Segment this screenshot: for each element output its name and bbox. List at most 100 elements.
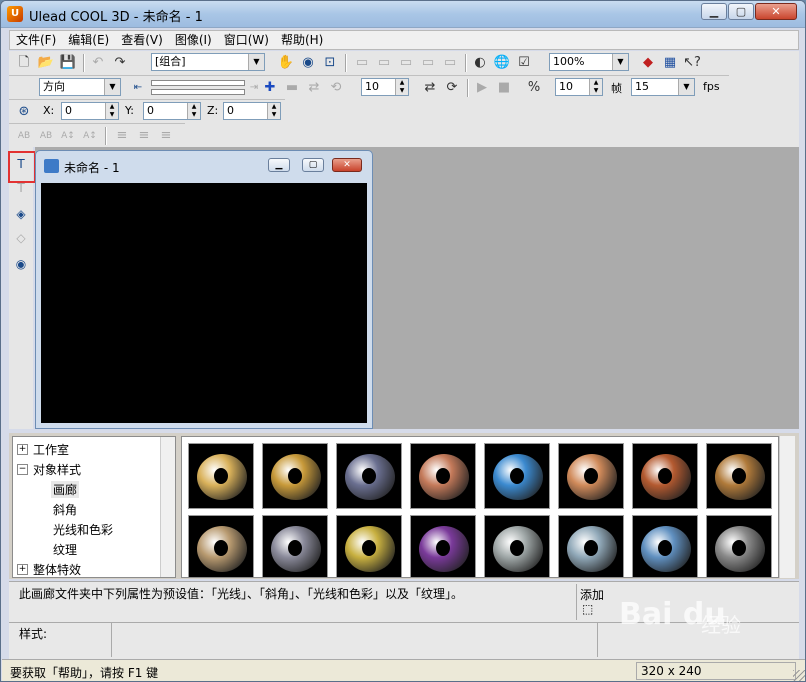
fps-combo[interactable]: 15 ▼ [631,78,695,96]
remove-keyframe-icon[interactable]: ▬ [283,79,301,97]
3d-canvas[interactable] [41,183,367,423]
step-spinner[interactable]: 10 ▲ ▼ [361,78,409,96]
gallery-thumbnail[interactable] [410,515,476,577]
tree-item-bevel[interactable]: 斜角 [53,501,77,518]
menu-view[interactable]: 查看(V) [115,31,169,49]
play-icon[interactable]: ▶ [473,79,491,97]
resize-grip-icon[interactable] [793,670,805,681]
globe-icon[interactable]: 🌐 [493,54,511,72]
gallery-thumbnail[interactable] [410,443,476,509]
doc-close-button[interactable]: ✕ [332,158,362,172]
object-properties-icon[interactable]: ◆ [639,54,657,72]
save-icon[interactable]: 💾 [59,54,77,72]
spinner-arrows-icon[interactable]: ▲ ▼ [105,103,118,119]
gallery-thumbnail[interactable] [262,443,328,509]
undo-icon[interactable]: ↶ [89,54,107,72]
refresh-icon[interactable]: ⟳ [443,79,461,97]
tree-scrollbar[interactable] [160,437,175,577]
chevron-down-icon[interactable]: ▼ [248,54,264,70]
edit-object-icon[interactable]: ◇ [12,229,30,247]
y-spinner[interactable]: 0 ▲ ▼ [143,102,201,120]
title-bar[interactable]: U Ulead COOL 3D - 未命名 - 1 ▁ ▢ ✕ [1,1,805,28]
minimize-button[interactable]: ▁ [701,3,727,20]
gallery-thumbnail[interactable] [558,515,624,577]
gallery-thumbnail[interactable] [632,515,698,577]
stop-icon[interactable]: ■ [495,79,513,97]
chevron-down-icon[interactable]: ▼ [612,54,628,70]
frame-spinner[interactable]: 10 ▲ ▼ [555,78,603,96]
line-spacing-icon[interactable]: A↕ [59,127,77,145]
reverse-keyframe-icon[interactable]: ⇄ [305,79,323,97]
expand-icon[interactable]: + [17,564,28,575]
tree-item-light-color[interactable]: 光线和色彩 [53,521,113,538]
tree-item-texture[interactable]: 纹理 [53,541,77,558]
gallery-thumbnail[interactable] [336,443,402,509]
spinner-arrows-icon[interactable]: ▲ ▼ [187,103,200,119]
maximize-button[interactable]: ▢ [728,3,754,20]
spinner-arrows-icon[interactable]: ▲ ▼ [395,79,408,95]
gallery-thumbnail[interactable] [262,515,328,577]
insert-geometric-object-icon[interactable]: ◈ [12,205,30,223]
menu-help[interactable]: 帮助(H) [275,31,329,49]
gallery-thumbnail[interactable] [188,515,254,577]
tree-item-gallery[interactable]: 画廊 [51,481,80,498]
spinner-arrows-icon[interactable]: ▲ ▼ [267,103,280,119]
doc-minimize-button[interactable]: ▁ [268,158,290,172]
x-spinner[interactable]: 0 ▲ ▼ [61,102,119,120]
redo-icon[interactable]: ↷ [111,54,129,72]
spinner-arrows-icon[interactable]: ▲ ▼ [589,79,602,95]
text-align-center-icon[interactable]: ≡ [135,127,153,145]
align-right-icon[interactable]: ▭ [397,54,415,72]
swap-icon[interactable]: ⇄ [421,79,439,97]
gallery-thumbnail[interactable] [336,515,402,577]
context-help-icon[interactable]: ↖? [683,54,701,72]
char-spacing-tight-icon[interactable]: AB [37,127,55,145]
keyframe-slider[interactable] [151,89,245,95]
insert-graphic-icon[interactable]: ◉ [12,255,30,273]
close-button[interactable]: ✕ [755,3,797,20]
position-icon[interactable]: ⊛ [15,103,33,121]
direction-combo[interactable]: 方向 ▼ [39,78,121,96]
text-align-right-icon[interactable]: ≡ [157,127,175,145]
gallery-thumbnail[interactable] [632,443,698,509]
gallery-thumbnail[interactable] [484,515,550,577]
align-top-icon[interactable]: ▭ [419,54,437,72]
line-spacing-tight-icon[interactable]: A↕ [81,127,99,145]
menu-edit[interactable]: 编辑(E) [62,31,115,49]
chevron-down-icon[interactable]: ▼ [104,79,120,95]
first-keyframe-icon[interactable]: ⇤ [129,79,147,97]
gallery-thumbnail[interactable] [706,515,772,577]
gallery-thumbnail[interactable] [188,443,254,509]
add-button[interactable]: 添加 ⬚ [576,584,613,620]
add-keyframe-icon[interactable]: ✚ [261,79,279,97]
new-file-icon[interactable]: 🗋 [15,54,33,72]
rotate-object-icon[interactable]: ◉ [299,54,317,72]
object-group-combo[interactable]: [组合] ▼ [151,53,265,71]
open-folder-icon[interactable]: 📂 [37,54,55,72]
shading-icon[interactable]: ◐ [471,54,489,72]
percent-icon[interactable]: % [525,79,543,97]
gallery-thumbnail[interactable] [706,443,772,509]
size-object-icon[interactable]: ⊡ [321,54,339,72]
timeline-slider[interactable] [151,80,245,86]
align-center-icon[interactable]: ▭ [375,54,393,72]
menu-window[interactable]: 窗口(W) [218,31,275,49]
chevron-down-icon[interactable]: ▼ [678,79,694,95]
color-picker-icon[interactable]: ▦ [661,54,679,72]
gallery-thumbnail[interactable] [558,443,624,509]
hand-pan-icon[interactable]: ✋ [277,54,295,72]
collapse-icon[interactable]: − [17,464,28,475]
doc-maximize-button[interactable]: ▢ [302,158,324,172]
expand-icon[interactable]: + [17,444,28,455]
align-bottom-icon[interactable]: ▭ [441,54,459,72]
menu-file[interactable]: 文件(F) [10,31,62,49]
zoom-combo[interactable]: 100% ▼ [549,53,629,71]
menu-image[interactable]: 图像(I) [169,31,218,49]
z-spinner[interactable]: 0 ▲ ▼ [223,102,281,120]
loop-icon[interactable]: ⟲ [327,79,345,97]
char-spacing-icon[interactable]: AB [15,127,33,145]
thumbnails-scrollbar[interactable] [779,436,795,578]
text-align-left-icon[interactable]: ≡ [113,127,131,145]
align-left-icon[interactable]: ▭ [353,54,371,72]
gallery-thumbnail[interactable] [484,443,550,509]
